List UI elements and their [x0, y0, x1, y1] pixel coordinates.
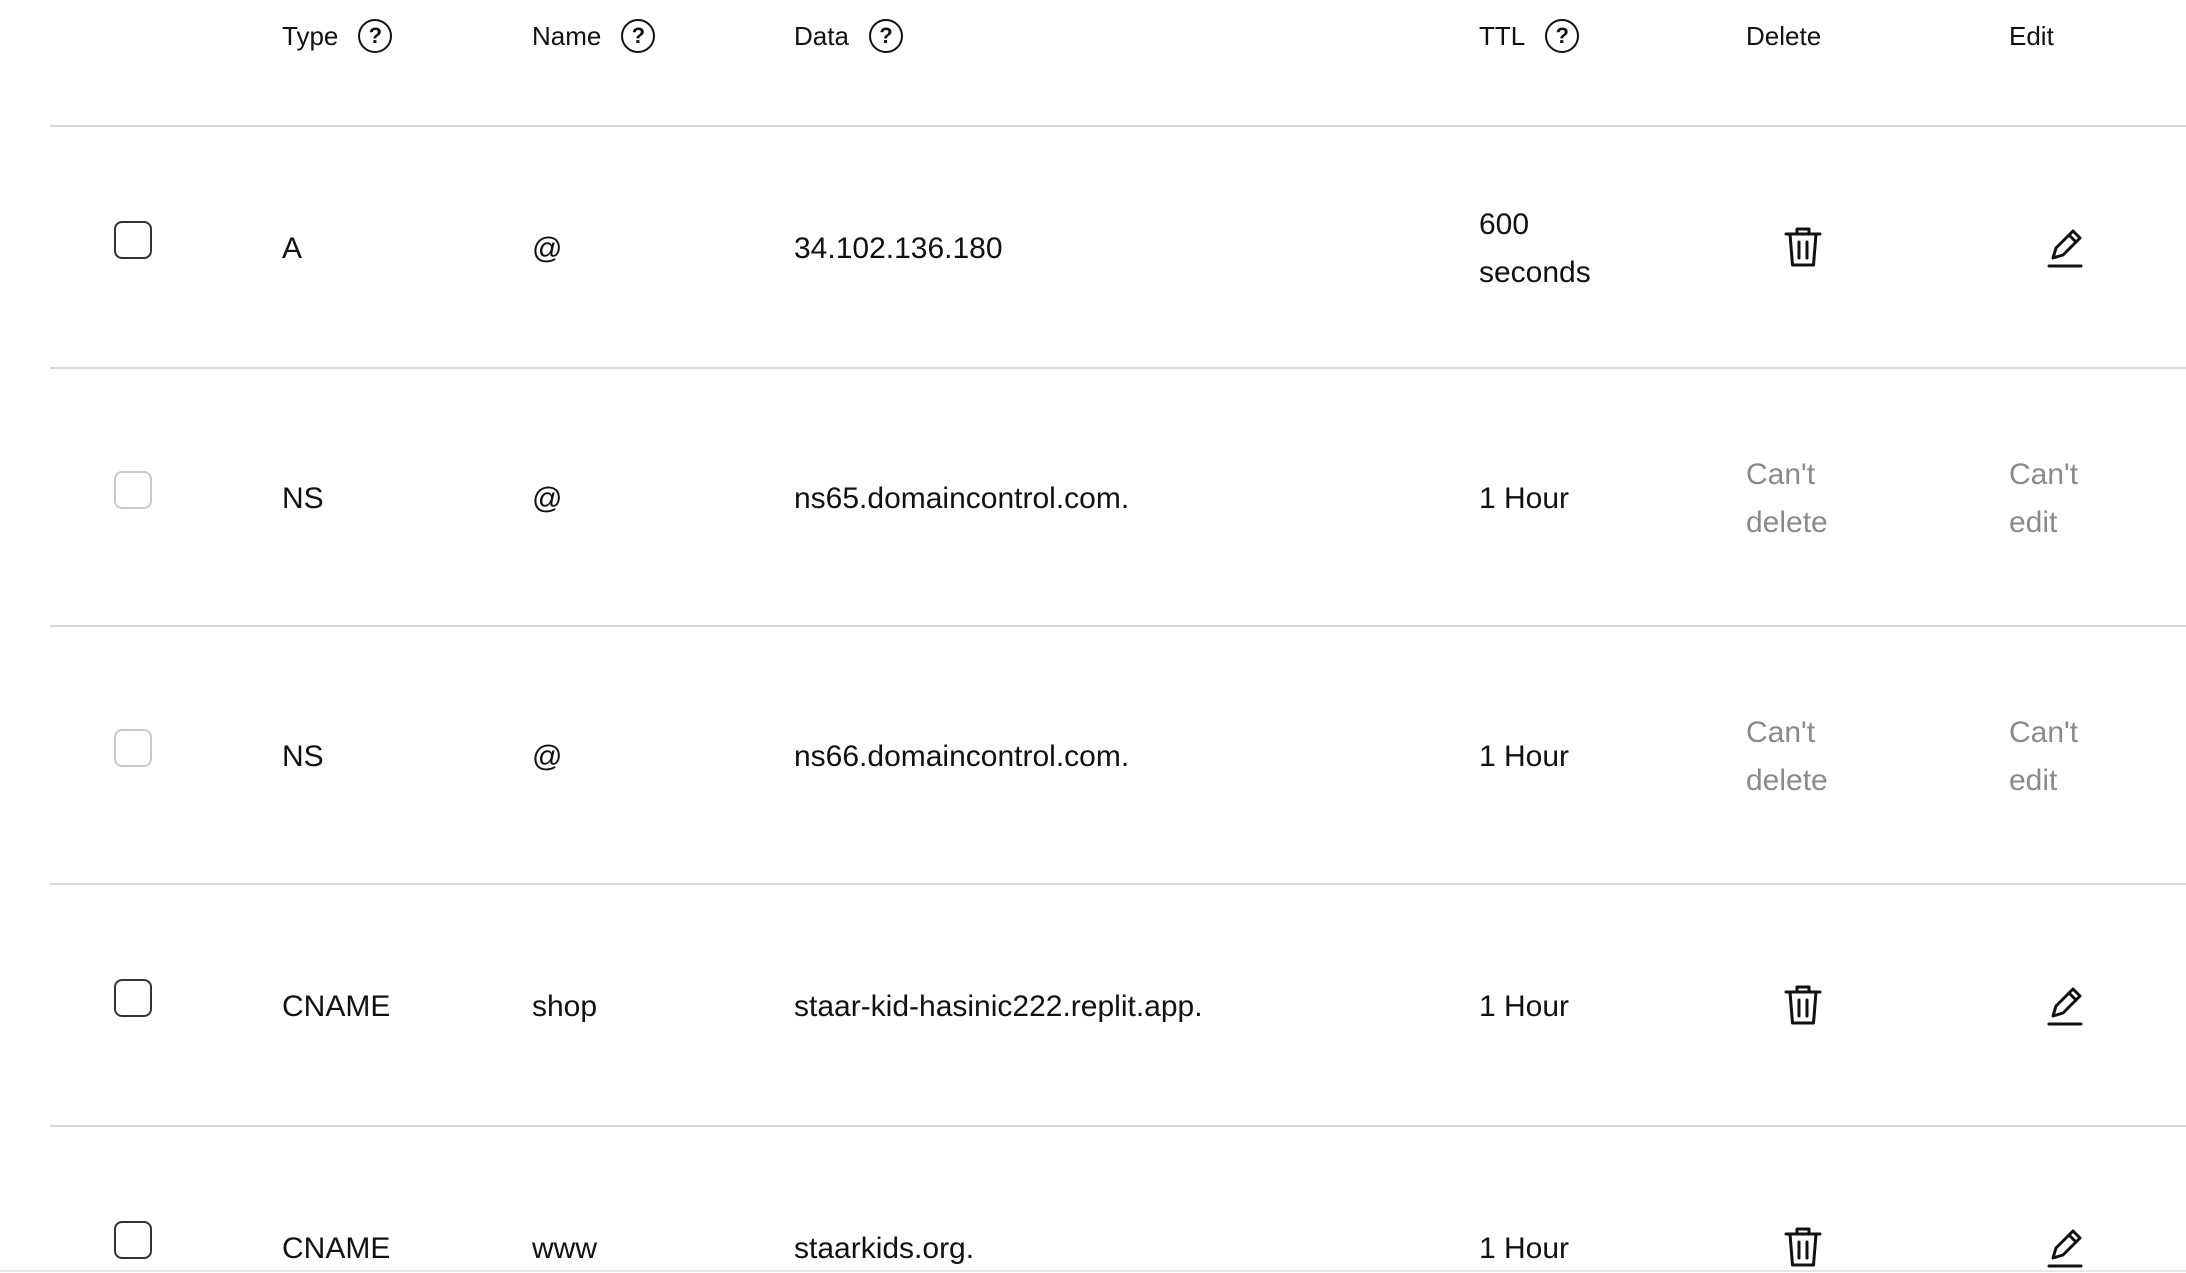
record-type: NS [282, 740, 324, 773]
delete-disabled-text: Can't delete [1746, 458, 1828, 539]
table-row: NS @ ns65.domaincontrol.com. 1 Hour Can'… [0, 369, 2186, 625]
record-name: @ [532, 740, 563, 773]
record-data: 34.102.136.180 [794, 232, 1003, 265]
record-name: www [532, 1232, 597, 1265]
pencil-icon [2047, 1229, 2083, 1268]
table-row: CNAME shop staar-kid-hasinic222.replit.a… [0, 885, 2186, 1125]
record-ttl: 600 seconds [1479, 208, 1591, 289]
pencil-icon [2047, 229, 2083, 268]
edit-disabled-text: Can't edit [2009, 716, 2079, 797]
delete-button[interactable] [1779, 981, 1827, 1029]
record-data: ns65.domaincontrol.com. [794, 482, 1130, 515]
dns-records-table: Type ? Name ? Data ? TTL ? Delete Edit A… [0, 0, 2186, 1272]
column-header-name-label: Name [532, 20, 602, 51]
column-header-data-label: Data [794, 20, 849, 51]
column-header-type: Type ? [282, 14, 393, 58]
edit-button[interactable] [2041, 981, 2089, 1029]
record-name: @ [532, 232, 563, 265]
record-name: shop [532, 990, 598, 1023]
column-header-ttl: TTL ? [1479, 14, 1580, 58]
record-type: CNAME [282, 990, 391, 1023]
record-data: staarkids.org. [794, 1232, 975, 1265]
table-row: CNAME www staarkids.org. 1 Hour [0, 1127, 2186, 1272]
column-header-ttl-label: TTL [1479, 20, 1526, 51]
row-select-checkbox[interactable] [114, 979, 152, 1017]
record-type: A [282, 232, 303, 265]
delete-disabled-text: Can't delete [1746, 716, 1828, 797]
record-type: CNAME [282, 1232, 391, 1265]
trash-icon [1784, 985, 1822, 1025]
row-select-checkbox [114, 729, 152, 767]
help-icon[interactable]: ? [358, 19, 393, 53]
help-icon[interactable]: ? [868, 19, 903, 53]
delete-button[interactable] [1779, 223, 1827, 271]
column-header-type-label: Type [282, 20, 339, 51]
record-ttl: 1 Hour [1479, 990, 1570, 1023]
edit-button[interactable] [2041, 223, 2089, 271]
edit-disabled-text: Can't edit [2009, 458, 2079, 539]
table-row: NS @ ns66.domaincontrol.com. 1 Hour Can'… [0, 627, 2186, 883]
column-header-edit-label: Edit [2009, 20, 2054, 51]
help-icon[interactable]: ? [1545, 19, 1580, 53]
record-type: NS [282, 482, 324, 515]
help-icon[interactable]: ? [621, 19, 656, 53]
row-select-checkbox [114, 471, 152, 509]
edit-button[interactable] [2041, 1223, 2089, 1271]
table-header: Type ? Name ? Data ? TTL ? Delete Edit [0, 0, 2186, 125]
column-header-delete-label: Delete [1746, 20, 1822, 51]
record-ttl: 1 Hour [1479, 740, 1570, 773]
pencil-icon [2047, 987, 2083, 1026]
column-header-edit: Edit [2009, 14, 2054, 58]
record-ttl: 1 Hour [1479, 482, 1570, 515]
record-data: ns66.domaincontrol.com. [794, 740, 1130, 773]
column-header-name: Name ? [532, 14, 656, 58]
record-data: staar-kid-hasinic222.replit.app. [794, 990, 1203, 1023]
column-header-delete: Delete [1746, 14, 1821, 58]
row-select-checkbox[interactable] [114, 1221, 152, 1259]
table-row: A @ 34.102.136.180 600 seconds [0, 127, 2186, 367]
column-header-data: Data ? [794, 14, 903, 58]
delete-button[interactable] [1779, 1223, 1827, 1271]
record-name: @ [532, 482, 563, 515]
trash-icon [1784, 227, 1822, 267]
record-ttl: 1 Hour [1479, 1232, 1570, 1265]
row-select-checkbox[interactable] [114, 221, 152, 259]
trash-icon [1784, 1227, 1822, 1267]
